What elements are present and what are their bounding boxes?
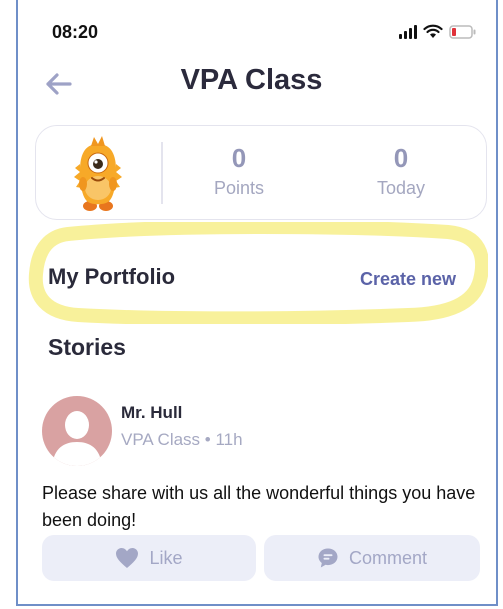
today-label: Today <box>376 178 426 198</box>
like-label: Like <box>149 547 183 568</box>
comment-icon <box>318 548 338 568</box>
monster-avatar-icon <box>74 136 122 211</box>
signal-icon <box>399 24 417 39</box>
stats-divider <box>161 142 163 204</box>
today-value: 0 <box>393 143 409 173</box>
post-body: Please share with us all the wonderful t… <box>42 483 476 530</box>
like-button[interactable]: Like <box>42 535 256 581</box>
stats-card: 0 Points 0 Today <box>35 125 487 220</box>
person-avatar-icon <box>52 411 102 466</box>
create-new-link[interactable]: Create new <box>360 269 456 290</box>
points-label: Points <box>213 178 265 198</box>
wifi-icon <box>423 24 443 38</box>
comment-button[interactable]: Comment <box>264 535 480 581</box>
points-value: 0 <box>231 143 247 173</box>
author-avatar[interactable] <box>42 396 112 466</box>
heart-icon <box>116 548 139 568</box>
stories-heading: Stories <box>48 334 126 360</box>
student-avatar[interactable] <box>36 126 161 219</box>
points-stat: 0 Points <box>179 144 299 199</box>
author-name[interactable]: Mr. Hull <box>121 403 182 423</box>
battery-icon <box>449 24 476 39</box>
status-time: 08:20 <box>52 22 99 42</box>
post-meta: VPA Class • 11h <box>121 430 243 449</box>
today-stat: 0 Today <box>341 144 461 199</box>
my-portfolio-heading: My Portfolio <box>48 264 176 289</box>
comment-label: Comment <box>348 547 428 568</box>
page-title: VPA Class <box>180 64 323 96</box>
status-icons <box>399 24 477 39</box>
